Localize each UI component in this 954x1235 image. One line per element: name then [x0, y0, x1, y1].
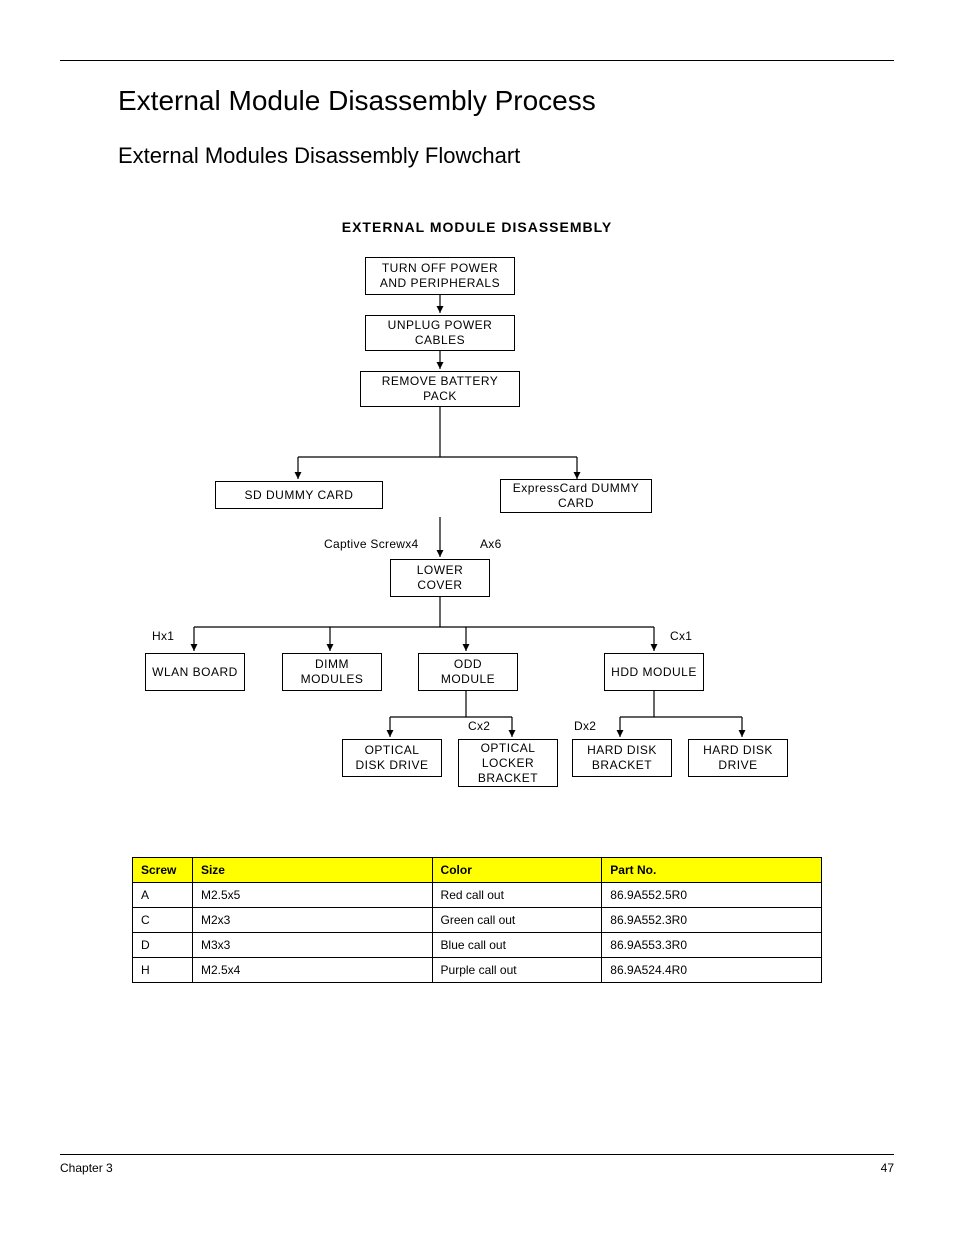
- col-color: Color: [432, 858, 602, 883]
- label-hx1: Hx1: [152, 629, 174, 643]
- box-odd-module: ODD MODULE: [418, 653, 518, 691]
- label-captive-screw: Captive Screwx4: [324, 537, 419, 551]
- flowchart: TURN OFF POWER AND PERIPHERALS UNPLUG PO…: [60, 257, 894, 817]
- cell-color: Green call out: [432, 908, 602, 933]
- footer-right: 47: [881, 1161, 894, 1175]
- box-unplug: UNPLUG POWER CABLES: [365, 315, 515, 351]
- box-hdd-module: HDD MODULE: [604, 653, 704, 691]
- cell-color: Blue call out: [432, 933, 602, 958]
- label-ax6: Ax6: [480, 537, 502, 551]
- screw-table: Screw Size Color Part No. A M2.5x5 Red c…: [132, 857, 822, 983]
- table-row: D M3x3 Blue call out 86.9A553.3R0: [133, 933, 822, 958]
- label-cx2: Cx2: [468, 719, 490, 733]
- cell-size: M2x3: [192, 908, 432, 933]
- cell-part: 86.9A552.3R0: [602, 908, 822, 933]
- box-wlan: WLAN BOARD: [145, 653, 245, 691]
- box-hdd-bracket: HARD DISK BRACKET: [572, 739, 672, 777]
- cell-size: M3x3: [192, 933, 432, 958]
- box-battery: REMOVE BATTERY PACK: [360, 371, 520, 407]
- col-screw: Screw: [133, 858, 193, 883]
- cell-size: M2.5x4: [192, 958, 432, 983]
- cell-screw: D: [133, 933, 193, 958]
- box-express-dummy: ExpressCard DUMMY CARD: [500, 479, 652, 513]
- cell-part: 86.9A553.3R0: [602, 933, 822, 958]
- box-optical-drive: OPTICAL DISK DRIVE: [342, 739, 442, 777]
- cell-color: Purple call out: [432, 958, 602, 983]
- box-optical-bracket: OPTICAL LOCKER BRACKET: [458, 739, 558, 787]
- box-hdd-drive: HARD DISK DRIVE: [688, 739, 788, 777]
- box-power-off: TURN OFF POWER AND PERIPHERALS: [365, 257, 515, 295]
- box-dimm: DIMM MODULES: [282, 653, 382, 691]
- col-part: Part No.: [602, 858, 822, 883]
- cell-size: M2.5x5: [192, 883, 432, 908]
- page-title: External Module Disassembly Process: [118, 85, 894, 117]
- col-size: Size: [192, 858, 432, 883]
- cell-part: 86.9A552.5R0: [602, 883, 822, 908]
- footer-left: Chapter 3: [60, 1161, 113, 1175]
- table-header-row: Screw Size Color Part No.: [133, 858, 822, 883]
- cell-screw: H: [133, 958, 193, 983]
- cell-screw: A: [133, 883, 193, 908]
- box-sd-dummy: SD DUMMY CARD: [215, 481, 383, 509]
- label-dx2: Dx2: [574, 719, 596, 733]
- diagram-title: EXTERNAL MODULE DISASSEMBLY: [60, 219, 894, 235]
- cell-color: Red call out: [432, 883, 602, 908]
- table-row: A M2.5x5 Red call out 86.9A552.5R0: [133, 883, 822, 908]
- table-row: H M2.5x4 Purple call out 86.9A524.4R0: [133, 958, 822, 983]
- page-subtitle: External Modules Disassembly Flowchart: [118, 143, 894, 169]
- box-lower-cover: LOWER COVER: [390, 559, 490, 597]
- cell-screw: C: [133, 908, 193, 933]
- cell-part: 86.9A524.4R0: [602, 958, 822, 983]
- label-cx1: Cx1: [670, 629, 692, 643]
- table-row: C M2x3 Green call out 86.9A552.3R0: [133, 908, 822, 933]
